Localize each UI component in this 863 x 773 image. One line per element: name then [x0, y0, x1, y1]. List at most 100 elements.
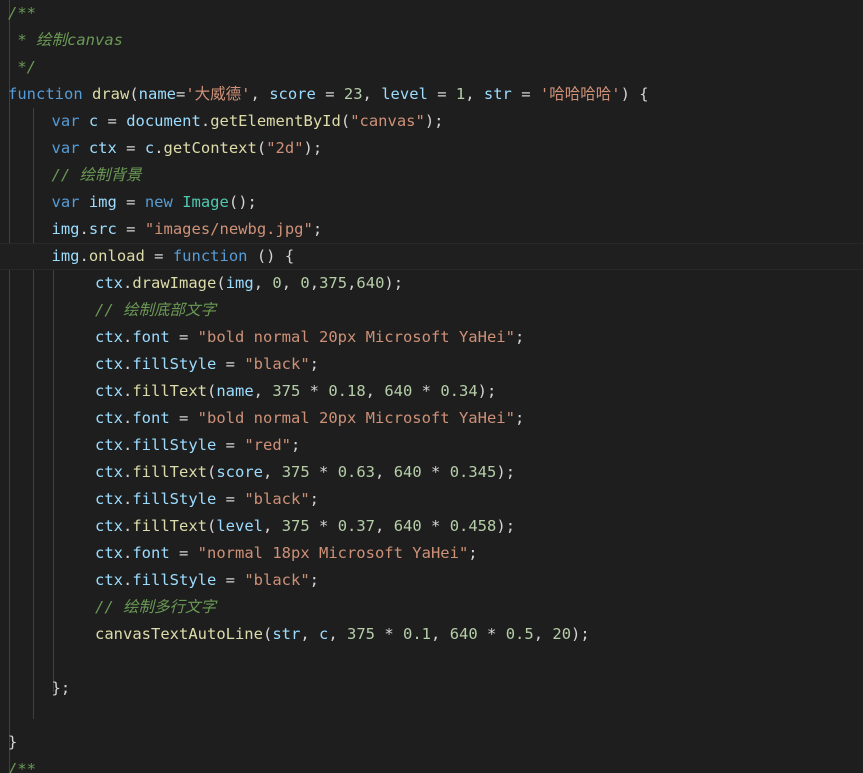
code-token: ctx: [95, 517, 123, 535]
code-token: .: [123, 544, 133, 562]
code-line[interactable]: img.onload = function () {: [0, 243, 863, 270]
code-line[interactable]: * 绘制canvas: [0, 27, 863, 54]
code-line[interactable]: ctx.drawImage(img, 0, 0,375,640);: [0, 270, 863, 297]
code-token: ,: [347, 274, 357, 292]
code-token: '哈哈哈哈': [539, 85, 621, 103]
code-line[interactable]: ctx.fillStyle = "black";: [0, 567, 863, 594]
code-token: fillStyle: [132, 355, 217, 373]
code-token: fillStyle: [132, 571, 217, 589]
code-token: ,: [253, 274, 273, 292]
code-line[interactable]: ctx.font = "bold normal 20px Microsoft Y…: [0, 405, 863, 432]
code-token: drawImage: [132, 274, 217, 292]
code-token: "canvas": [350, 112, 425, 130]
code-token: score: [216, 463, 264, 481]
code-token: ) {: [620, 85, 649, 103]
code-token: 0.63: [337, 463, 376, 481]
code-line[interactable]: ctx.fillStyle = "red";: [0, 432, 863, 459]
code-token: ctx: [95, 409, 123, 427]
code-token: 0.345: [449, 463, 497, 481]
code-content[interactable]: /** * 绘制canvas */function draw(name='大威德…: [0, 0, 863, 773]
code-token: "2d": [266, 139, 304, 157]
code-token: img: [88, 193, 117, 211]
code-token: =: [511, 85, 540, 103]
code-token: .: [154, 139, 164, 157]
code-line[interactable]: */: [0, 54, 863, 81]
code-line[interactable]: ctx.fillText(level, 375 * 0.37, 640 * 0.…: [0, 513, 863, 540]
code-token: (: [129, 85, 139, 103]
code-token: (: [207, 517, 217, 535]
code-token: * 绘制canvas: [8, 31, 123, 49]
code-line[interactable]: ctx.fillText(name, 375 * 0.18, 640 * 0.3…: [0, 378, 863, 405]
code-line[interactable]: img.src = "images/newbg.jpg";: [0, 216, 863, 243]
code-token: str: [272, 625, 301, 643]
code-token: "images/newbg.jpg": [144, 220, 313, 238]
code-line[interactable]: ctx.fillStyle = "black";: [0, 486, 863, 513]
code-token: "red": [244, 436, 292, 454]
code-line[interactable]: // 绘制背景: [0, 162, 863, 189]
code-line[interactable]: ctx.font = "bold normal 20px Microsoft Y…: [0, 324, 863, 351]
code-token: ctx: [95, 463, 123, 481]
code-token: ,: [365, 382, 385, 400]
code-token: c: [319, 625, 329, 643]
code-line[interactable]: canvasTextAutoLine(str, c, 375 * 0.1, 64…: [0, 621, 863, 648]
code-line[interactable]: var ctx = c.getContext("2d");: [0, 135, 863, 162]
code-token: // 绘制背景: [51, 166, 142, 184]
code-token: 0.34: [440, 382, 478, 400]
code-token: 640: [356, 274, 385, 292]
code-token: Image: [182, 193, 229, 211]
code-line[interactable]: var img = new Image();: [0, 189, 863, 216]
code-token: fillStyle: [132, 490, 217, 508]
code-token: .: [123, 274, 133, 292]
code-token: ;: [312, 220, 323, 238]
code-token: ,: [362, 85, 382, 103]
code-line[interactable]: [0, 702, 863, 729]
code-token: ctx: [95, 490, 123, 508]
code-token: ,: [465, 85, 484, 103]
code-token: =: [176, 85, 186, 103]
code-token: ;: [291, 436, 301, 454]
code-token: 640: [393, 517, 422, 535]
code-line[interactable]: };: [0, 675, 863, 702]
code-token: 20: [552, 625, 572, 643]
code-line[interactable]: // 绘制底部文字: [0, 297, 863, 324]
code-line[interactable]: function draw(name='大威德', score = 23, le…: [0, 81, 863, 108]
code-token: (: [340, 112, 351, 130]
code-line[interactable]: /**: [0, 756, 863, 773]
code-token: .: [123, 463, 133, 481]
code-token: =: [216, 490, 245, 508]
code-token: ,: [253, 382, 273, 400]
code-line[interactable]: ctx.font = "normal 18px Microsoft YaHei"…: [0, 540, 863, 567]
code-line[interactable]: [0, 648, 863, 675]
code-token: ;: [514, 328, 525, 346]
code-token: .: [123, 436, 133, 454]
code-token: ;: [468, 544, 478, 562]
code-token: 640: [384, 382, 413, 400]
code-token: font: [132, 409, 170, 427]
code-token: .: [200, 112, 211, 130]
code-line[interactable]: ctx.fillStyle = "black";: [0, 351, 863, 378]
code-token: draw: [92, 85, 130, 103]
code-token: name: [138, 85, 176, 103]
code-token: ctx: [88, 139, 117, 157]
code-token: 640: [449, 625, 478, 643]
code-token: 0.1: [403, 625, 432, 643]
code-token: );: [384, 274, 404, 292]
code-token: =: [98, 112, 127, 130]
code-line[interactable]: ctx.fillText(score, 375 * 0.63, 640 * 0.…: [0, 459, 863, 486]
code-line[interactable]: var c = document.getElementById("canvas"…: [0, 108, 863, 135]
code-token: );: [496, 517, 516, 535]
code-line[interactable]: // 绘制多行文字: [0, 594, 863, 621]
code-line[interactable]: }: [0, 729, 863, 756]
code-token: 0: [300, 274, 310, 292]
code-line[interactable]: /**: [0, 0, 863, 27]
code-token: canvasTextAutoLine: [95, 625, 263, 643]
code-token: var: [51, 193, 80, 211]
code-token: }: [8, 733, 18, 751]
code-token: font: [132, 328, 170, 346]
code-token: ;: [309, 355, 320, 373]
code-editor[interactable]: /** * 绘制canvas */function draw(name='大威德…: [0, 0, 863, 773]
code-token: "black": [244, 571, 310, 589]
